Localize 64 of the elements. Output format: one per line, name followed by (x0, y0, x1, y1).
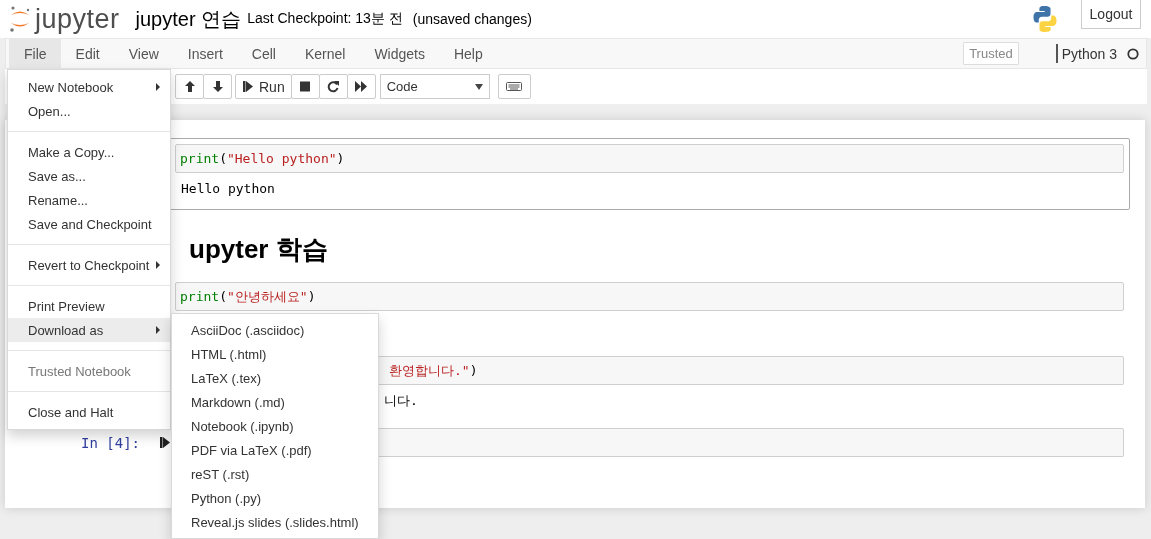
menu-entry[interactable]: Rename... (8, 188, 170, 212)
cell-output: 니다. (384, 391, 418, 410)
arrow-down-icon (211, 80, 224, 93)
menu-entry[interactable]: Save and Checkpoint (8, 212, 170, 236)
menu-entry[interactable]: Close and Halt (8, 400, 170, 424)
submenu-arrow-icon (156, 261, 160, 269)
menu-entry[interactable]: HTML (.html) (172, 342, 378, 366)
menu-entry[interactable]: Notebook (.ipynb) (172, 414, 378, 438)
menu-item[interactable]: Cell (236, 39, 290, 68)
autosave-status: (unsaved changes) (412, 11, 532, 27)
run-button[interactable]: Run (235, 74, 292, 99)
logout-button[interactable]: Logout (1081, 0, 1141, 29)
menu-item[interactable]: Insert (172, 39, 237, 68)
menu-entry[interactable]: LaTeX (.tex) (172, 366, 378, 390)
menu-entry[interactable]: Save as... (8, 164, 170, 188)
menu-entry[interactable]: Reveal.js slides (.slides.html) (172, 510, 378, 534)
code-input[interactable]: print("안녕하세요") (175, 282, 1124, 311)
menu-entry[interactable]: Markdown (.md) (172, 390, 378, 414)
move-up-button[interactable] (175, 74, 204, 99)
cell-output: Hello python (181, 181, 275, 196)
menu-entry[interactable]: Make a Copy... (8, 140, 170, 164)
python-logo-icon (1031, 5, 1059, 33)
menu-entry[interactable]: Download as (8, 318, 170, 342)
run-all-button[interactable] (346, 74, 376, 99)
keyboard-shortcuts-button[interactable] (497, 74, 531, 99)
restart-button[interactable] (318, 74, 348, 99)
menu-entry[interactable]: reST (.rst) (172, 462, 378, 486)
markdown-heading: upyter 학습 (189, 233, 329, 266)
input-prompt: In [4]: (81, 434, 140, 451)
cell-type-dropdown[interactable]: Code (379, 74, 490, 99)
arrow-up-icon (183, 80, 196, 93)
menu-entry[interactable]: Python (.py) (172, 486, 378, 510)
trusted-badge[interactable]: Trusted (963, 42, 1019, 65)
menu-entry[interactable]: Open... (8, 99, 170, 123)
menu-entry[interactable]: PDF via LaTeX (.pdf) (172, 438, 378, 462)
jupyter-logo-icon (9, 5, 31, 33)
code-input[interactable] (379, 428, 1124, 457)
run-cell-icon[interactable] (160, 436, 170, 449)
jupyter-wordmark: jupyter (35, 3, 120, 35)
submenu-arrow-icon (156, 83, 160, 91)
menu-item[interactable]: Edit (60, 39, 114, 68)
restart-icon (327, 80, 340, 93)
menu-entry[interactable]: AsciiDoc (.asciidoc) (172, 318, 378, 342)
submenu-arrow-icon (156, 326, 160, 334)
code-input[interactable]: 환영합니다.") (379, 356, 1124, 385)
interrupt-button[interactable] (290, 74, 320, 99)
caret-icon (474, 83, 483, 90)
menu-entry[interactable]: New Notebook (8, 75, 170, 99)
menu-item[interactable]: Kernel (289, 39, 360, 68)
step-forward-icon (242, 80, 254, 93)
menu-entry[interactable]: Revert to Checkpoint (8, 253, 170, 277)
code-input[interactable]: print("Hello python") (175, 144, 1124, 173)
menu-item[interactable]: File (9, 39, 61, 68)
keyboard-icon (506, 80, 523, 93)
menu-item[interactable]: Help (438, 39, 497, 68)
notebook-name[interactable]: jupyter 연습 (135, 5, 242, 33)
menu-item[interactable]: View (113, 39, 173, 68)
stop-icon (299, 80, 312, 93)
last-checkpoint: Last Checkpoint: 13분 전 (247, 10, 403, 28)
kernel-name: Python 3 (1061, 45, 1117, 62)
menu-item[interactable]: Widgets (359, 39, 439, 68)
fast-forward-icon (355, 80, 368, 93)
move-down-button[interactable] (203, 74, 232, 99)
menu-entry[interactable]: Print Preview (8, 294, 170, 318)
